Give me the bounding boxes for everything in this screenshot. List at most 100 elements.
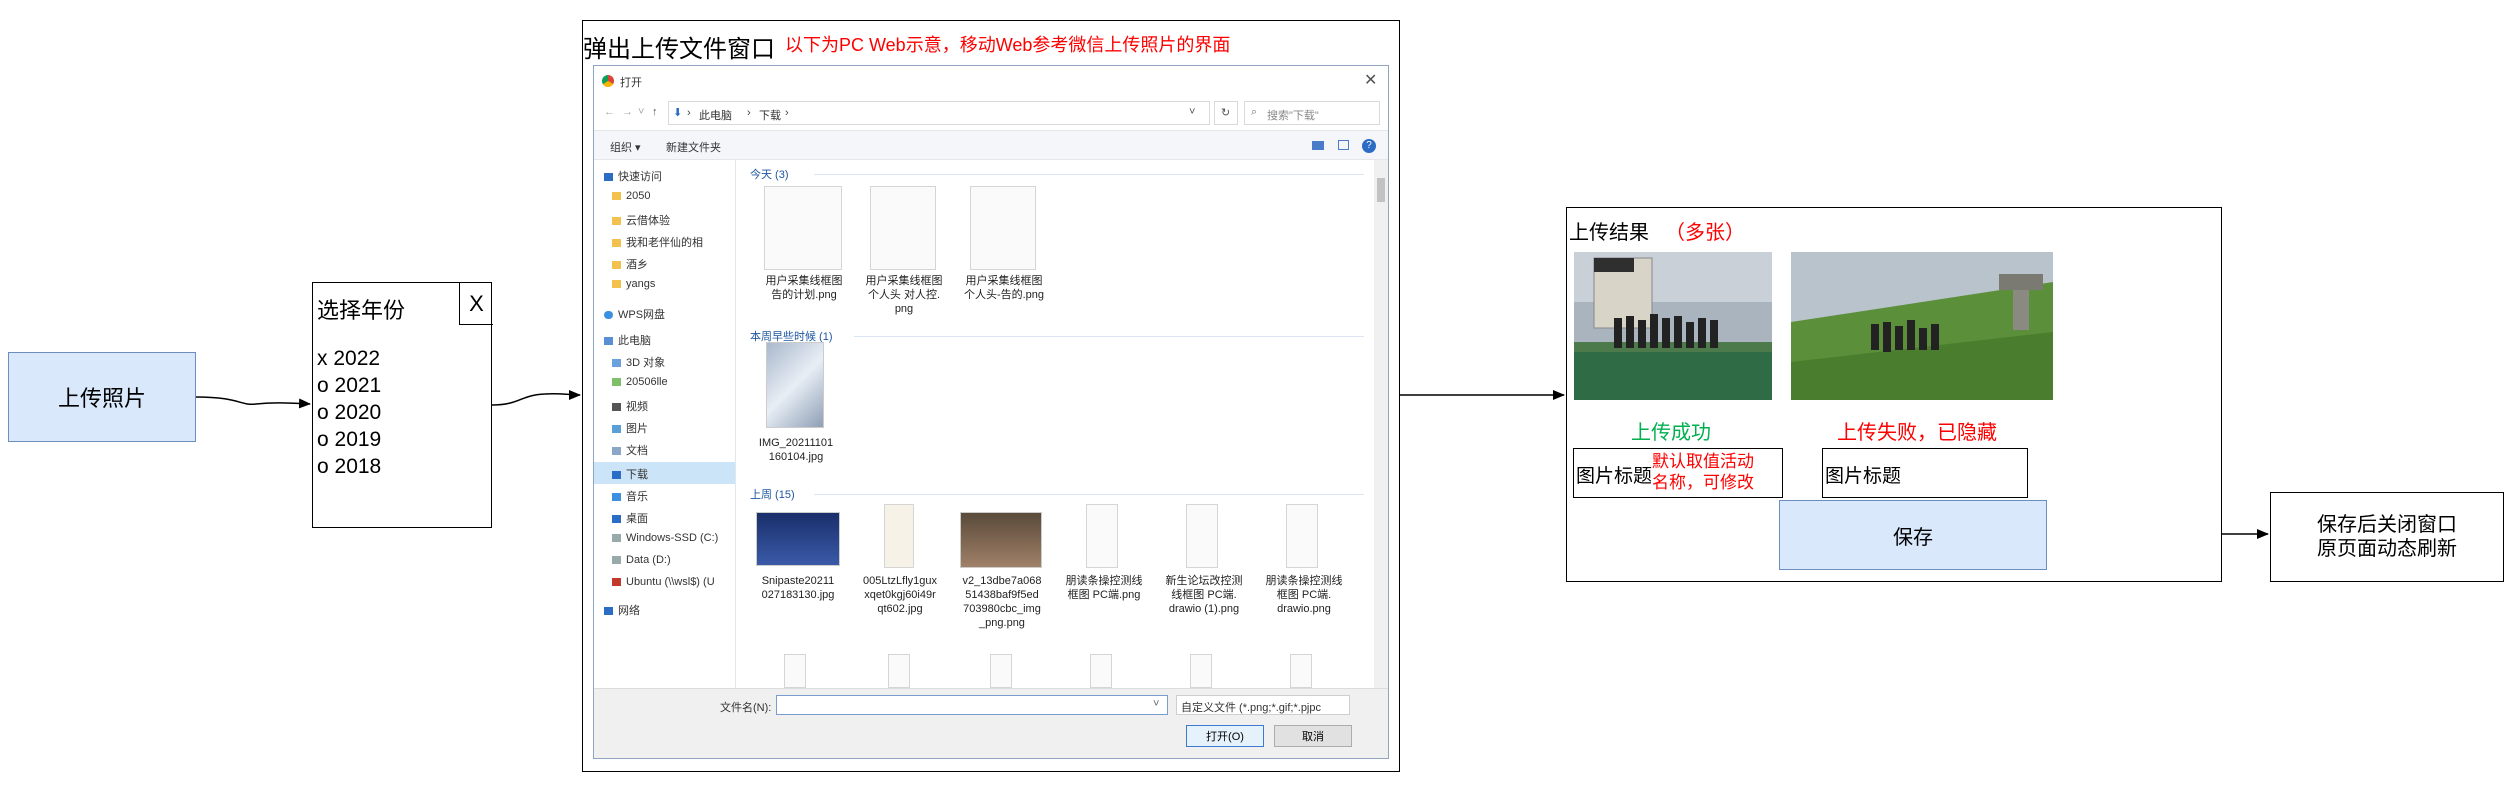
uploaded-photo [1791, 252, 2053, 400]
caption-label: 图片标题 [1825, 466, 1902, 487]
file-thumbnail[interactable] [884, 504, 914, 568]
download-icon: ⬇ [673, 107, 683, 119]
year-option[interactable]: x 2022 [317, 345, 380, 372]
dialog-title: 打开 [620, 77, 642, 89]
dialog-toolbar: 组织 ▾ 新建文件夹 ? [594, 130, 1388, 160]
result-multi-note: （多张） [1665, 222, 1745, 244]
scrollbar-thumb[interactable] [1377, 178, 1385, 202]
file-thumbnail[interactable] [1090, 654, 1112, 688]
open-button[interactable]: 打开(O) [1186, 725, 1264, 747]
up-icon[interactable]: ↑ [652, 106, 658, 118]
refresh-button[interactable]: ↻ [1214, 101, 1238, 125]
year-select-panel: 选择年份 X x 2022 o 2021 o 2020 o 2019 o 201… [312, 282, 493, 528]
file-name[interactable]: 用户采集线框图 个人头 对人控. png [852, 274, 956, 316]
year-option[interactable]: o 2020 [317, 399, 381, 426]
forward-icon[interactable]: → [622, 106, 633, 118]
nav-item[interactable]: 此电脑 [604, 332, 651, 348]
preview-pane-icon[interactable] [1338, 140, 1349, 150]
caption-field[interactable]: 图片标题 默认取值活动名称，可修改 [1573, 448, 1783, 498]
search-icon: ⌕ [1251, 106, 1258, 118]
path-segment[interactable]: 下载 [759, 107, 781, 123]
nav-item[interactable]: 20506lle [612, 376, 668, 388]
nav-item[interactable]: 网络 [604, 602, 640, 618]
scrollbar[interactable] [1374, 160, 1388, 688]
close-button[interactable]: X [459, 283, 493, 325]
file-thumbnail[interactable] [1086, 504, 1118, 568]
file-thumbnail[interactable] [970, 186, 1036, 270]
nav-item[interactable]: WPS网盘 [604, 306, 665, 322]
search-box[interactable]: ⌕ 搜索"下载" [1244, 101, 1380, 125]
close-label: X [469, 290, 484, 316]
year-option[interactable]: o 2019 [317, 426, 381, 453]
file-thumbnail[interactable] [784, 654, 806, 688]
upload-result-panel: 上传结果 （多张） 上传成功 上传失败，已隐藏 图片标题 默认取值活动名称，可修… [1566, 207, 2222, 582]
chevron-down-icon[interactable]: ˅ [1153, 698, 1159, 710]
new-folder-button[interactable]: 新建文件夹 [666, 139, 721, 155]
filename-label: 文件名(N): [720, 702, 772, 714]
nav-item[interactable]: 文档 [612, 442, 648, 458]
file-name[interactable]: v2_13dbe7a068 51438baf9f5ed 703980cbc_im… [950, 574, 1054, 630]
file-thumbnail[interactable] [888, 654, 910, 688]
file-thumbnail[interactable] [1190, 654, 1212, 688]
nav-item[interactable]: 图片 [612, 420, 648, 436]
file-name[interactable]: 005LtzLfly1gux xqet0kgj60i49r qt602.jpg [848, 574, 952, 616]
file-name[interactable]: Snipaste20211 027183130.jpg [746, 574, 850, 602]
nav-item[interactable]: 3D 对象 [612, 354, 665, 370]
close-refresh-note: 保存后关闭窗口 原页面动态刷新 [2270, 492, 2504, 582]
help-icon[interactable]: ? [1362, 139, 1376, 153]
chevron-down-icon[interactable]: ˅ [1189, 106, 1195, 118]
cancel-button[interactable]: 取消 [1274, 725, 1352, 747]
file-name[interactable]: 朋读条操控测线 框图 PC端.png [1052, 574, 1156, 602]
nav-item[interactable]: 音乐 [612, 488, 648, 504]
filename-input[interactable]: ˅ [776, 695, 1168, 715]
search-placeholder: 搜索"下载" [1267, 110, 1319, 122]
upload-popup-frame: 弹出上传文件窗口 以下为PC Web示意，移动Web参考微信上传照片的界面 打开… [582, 20, 1400, 772]
save-button[interactable]: 保存 [1779, 500, 2047, 570]
nav-item[interactable]: 云借体验 [612, 212, 670, 228]
upload-photo-button[interactable]: 上传照片 [8, 352, 196, 442]
file-thumbnail[interactable] [1290, 654, 1312, 688]
file-thumbnail[interactable] [766, 342, 824, 428]
nav-item[interactable]: 快速访问 [604, 168, 662, 184]
caption-field[interactable]: 图片标题 [1822, 448, 2028, 498]
year-option[interactable]: o 2018 [317, 453, 381, 480]
group-header[interactable]: 上周 (15) [750, 486, 795, 502]
nav-item[interactable]: 桌面 [612, 510, 648, 526]
nav-item[interactable]: 视频 [612, 398, 648, 414]
back-icon[interactable]: ← [604, 106, 615, 118]
file-name[interactable]: 用户采集线框图 个人头-告的.png [952, 274, 1056, 302]
popup-note: 以下为PC Web示意，移动Web参考微信上传照片的界面 [785, 35, 1231, 55]
file-thumbnail[interactable] [1286, 504, 1318, 568]
file-thumbnail[interactable] [764, 186, 842, 270]
nav-item[interactable]: Windows-SSD (C:) [612, 532, 718, 544]
filetype-select[interactable]: 自定义文件 (*.png;*.gif;*.pjpc [1176, 695, 1350, 715]
view-icon[interactable] [1312, 141, 1324, 150]
year-option[interactable]: o 2021 [317, 372, 381, 399]
file-thumbnail[interactable] [1186, 504, 1218, 568]
upload-fail-status: 上传失败，已隐藏 [1837, 422, 1997, 444]
chevron-down-icon[interactable]: ˅ [638, 106, 644, 118]
nav-item[interactable]: Ubuntu (\\wsl$) (U [612, 576, 715, 588]
nav-item[interactable]: 2050 [612, 190, 650, 202]
file-name[interactable]: 用户采集线框图 告的计划.png [752, 274, 856, 302]
file-name[interactable]: IMG_20211101 160104.jpg [746, 436, 846, 464]
file-thumbnail[interactable] [990, 654, 1012, 688]
close-note-line: 保存后关闭窗口 [2317, 514, 2457, 536]
file-open-dialog: 打开 ✕ ← → ˅ ↑ ⬇ › 此电脑 › 下载 › ˅ ↻ ⌕ 搜索"下载" [593, 65, 1389, 759]
file-thumbnail[interactable] [960, 512, 1042, 568]
file-name[interactable]: 新生论坛改控测 线框图 PC端. drawio (1).png [1152, 574, 1256, 616]
group-header[interactable]: 今天 (3) [750, 166, 789, 182]
file-thumbnail[interactable] [756, 512, 840, 566]
nav-item[interactable]: Data (D:) [612, 554, 671, 566]
organize-menu[interactable]: 组织 ▾ [610, 139, 641, 155]
file-name[interactable]: 朋读条操控测线 框图 PC端. drawio.png [1252, 574, 1356, 616]
nav-item-downloads[interactable]: 下载 [612, 466, 648, 482]
chrome-icon [602, 75, 614, 87]
path-segment[interactable]: 此电脑 [699, 107, 732, 123]
nav-item[interactable]: yangs [612, 278, 655, 290]
close-icon[interactable]: ✕ [1364, 70, 1377, 90]
file-thumbnail[interactable] [870, 186, 936, 270]
nav-item[interactable]: 我和老伴仙的相 [612, 234, 703, 250]
nav-item[interactable]: 酒乡 [612, 256, 648, 272]
path-bar[interactable]: ⬇ › 此电脑 › 下载 › ˅ [668, 101, 1210, 125]
